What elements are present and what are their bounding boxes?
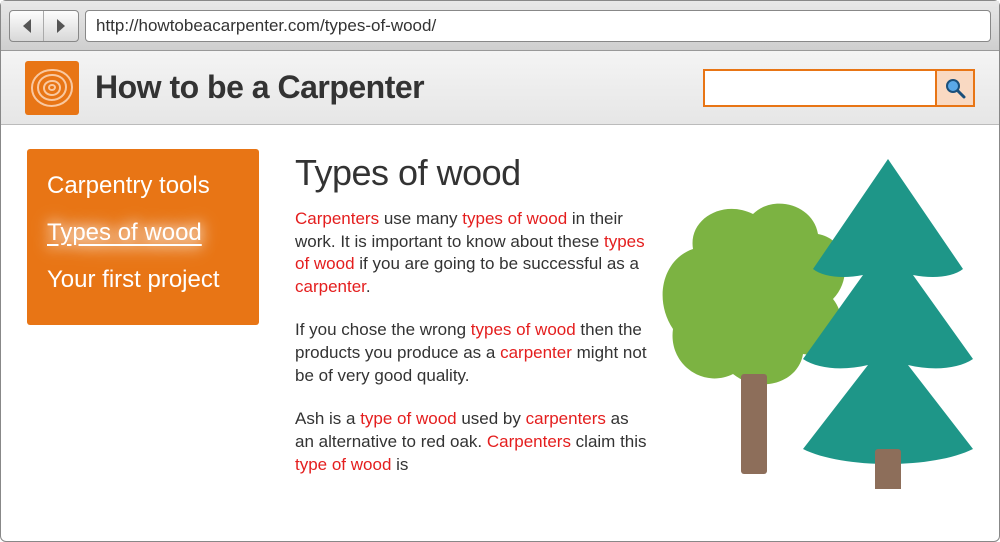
browser-chrome: http://howtobeacarpenter.com/types-of-wo… — [1, 1, 999, 51]
site-header: How to be a Carpenter — [1, 51, 999, 125]
keyword-carpenter: carpenter — [295, 277, 366, 296]
article-title: Types of wood — [295, 149, 647, 198]
keyword-types-of-wood: types of wood — [471, 320, 576, 339]
trees-illustration — [653, 149, 973, 497]
keyword-carpenters: Carpenters — [487, 432, 571, 451]
pine-tree-icon — [803, 159, 973, 489]
main-content: Carpentry tools Types of wood Your first… — [1, 125, 999, 497]
article-paragraph-2: If you chose the wrong types of wood the… — [295, 319, 647, 388]
keyword-carpenter: carpenter — [500, 343, 572, 362]
url-bar[interactable]: http://howtobeacarpenter.com/types-of-wo… — [85, 10, 991, 42]
sidebar-item-carpentry-tools[interactable]: Carpentry tools — [47, 163, 239, 210]
article-paragraph-3: Ash is a type of wood used by carpenters… — [295, 408, 647, 477]
article-text: Types of wood Carpenters use many types … — [295, 149, 647, 497]
sidebar-item-types-of-wood[interactable]: Types of wood — [47, 210, 239, 257]
sidebar-nav: Carpentry tools Types of wood Your first… — [27, 149, 259, 325]
keyword-carpenters: carpenters — [526, 409, 606, 428]
keyword-type-of-wood: type of wood — [295, 455, 391, 474]
url-text: http://howtobeacarpenter.com/types-of-wo… — [96, 16, 436, 36]
sidebar-item-your-first-project[interactable]: Your first project — [47, 257, 239, 304]
back-button[interactable] — [10, 11, 44, 41]
nav-button-group — [9, 10, 79, 42]
keyword-type-of-wood: type of wood — [360, 409, 456, 428]
keyword-carpenters: Carpenters — [295, 209, 379, 228]
site-title: How to be a Carpenter — [95, 69, 424, 106]
site-logo-icon — [25, 61, 79, 115]
forward-button[interactable] — [44, 11, 78, 41]
article-paragraph-1: Carpenters use many types of wood in the… — [295, 208, 647, 300]
article-container: Types of wood Carpenters use many types … — [295, 149, 973, 497]
search-box-wrapper — [703, 69, 975, 107]
search-input[interactable] — [705, 71, 935, 105]
search-button[interactable] — [935, 71, 973, 105]
keyword-types-of-wood: types of wood — [462, 209, 567, 228]
search-icon — [944, 77, 966, 99]
